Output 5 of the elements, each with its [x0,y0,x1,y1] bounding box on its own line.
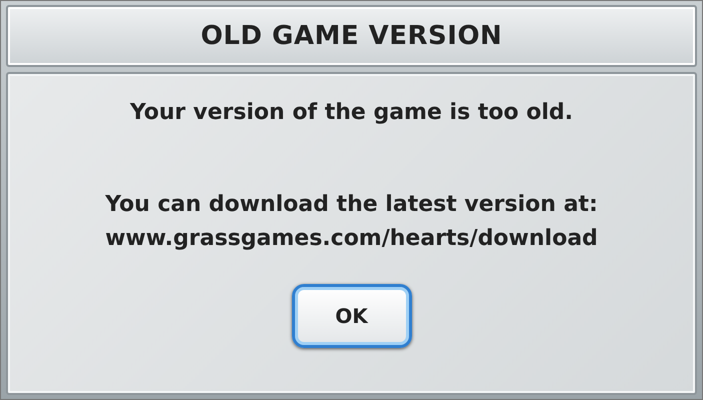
dialog-title: OLD GAME VERSION [200,21,502,51]
message-text: You can download the latest version at: [105,191,598,219]
message-text: Your version of the game is too old. [130,99,574,127]
message-text: www.grassgames.com/hearts/download [105,225,598,253]
ok-button[interactable]: OK [292,284,412,348]
